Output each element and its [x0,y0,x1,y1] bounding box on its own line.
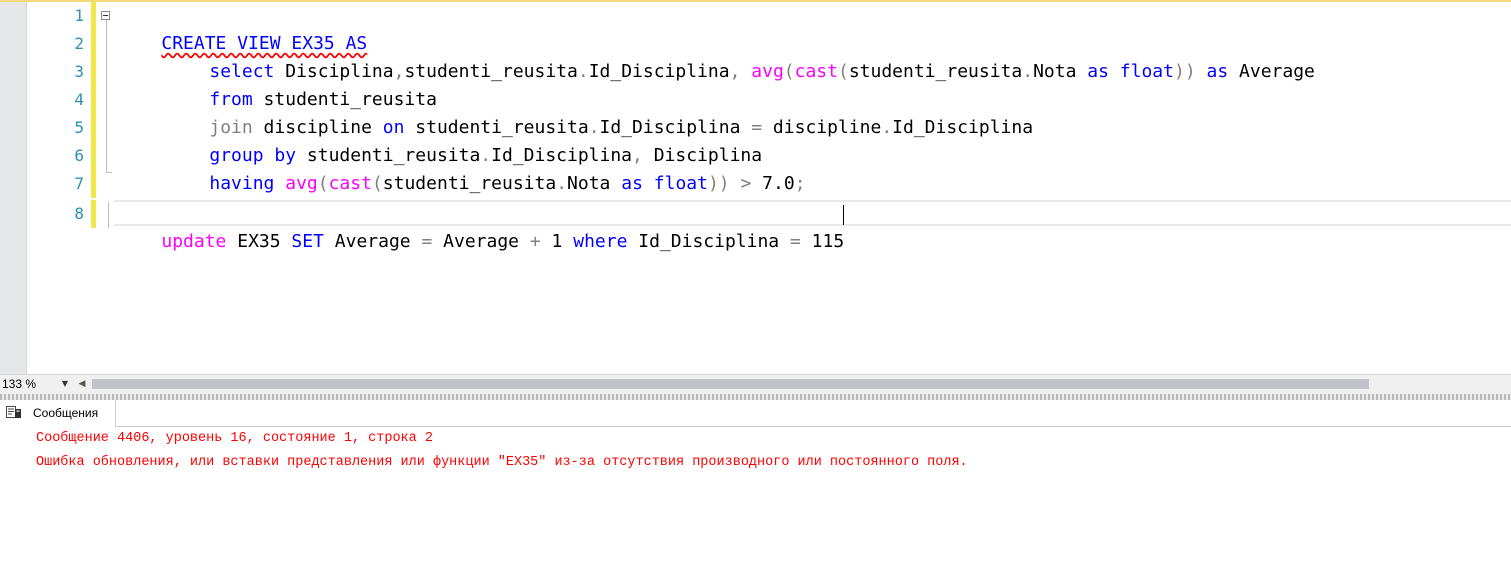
change-marker [91,114,96,142]
code-line-8[interactable]: update EX35 SET Average = Average + 1 wh… [118,200,844,252]
code-token: studenti_reusita [848,61,1023,82]
text-caret [843,205,844,225]
code-token: 1 [540,231,574,252]
line-number: 5 [74,118,84,137]
code-line-1[interactable]: CREATE VIEW EX35 AS [118,2,367,54]
tab-messages[interactable]: Сообщения [0,400,116,427]
line-number: 1 [74,6,84,25]
code-token: = [421,231,433,252]
outline-rail [106,20,107,172]
code-token: float [653,173,708,194]
code-token: Id_Disciplina [588,61,730,82]
results-tab-strip: Сообщения [0,400,1511,427]
change-marker [91,30,96,58]
code-token: Nota [1033,61,1077,82]
error-message-header: Сообщение 4406, уровень 16, состояние 1,… [36,431,433,446]
line-number: 6 [74,146,84,165]
scrollbar-thumb[interactable] [92,379,1369,389]
change-marker [91,86,96,114]
code-token: , [729,61,741,82]
horizontal-scrollbar[interactable] [92,378,1511,390]
code-token: ( [783,61,795,82]
messages-icon [6,406,21,418]
error-message-text: Ошибка обновления, или вставки представл… [36,455,968,470]
code-token: avg [285,173,318,194]
code-token: as [1087,61,1109,82]
sql-editor[interactable]: 1 2 3 4 5 6 7 8 CREATE VIEW EX35 AS sele… [0,2,1511,374]
outline-rail-end [106,172,112,173]
code-token: . [556,173,568,194]
code-token: update [161,231,227,252]
scroll-left-icon[interactable]: ◀ [76,377,88,391]
code-token: )) [707,173,730,194]
editor-selection-margin[interactable] [0,2,27,374]
code-line-6[interactable]: having avg(cast(studenti_reusita.Nota as… [166,142,805,194]
code-token: as [1206,61,1229,82]
code-token: 7.0 [751,173,795,194]
code-token: )) [1173,61,1196,82]
code-token: ( [371,173,383,194]
line-number: 8 [74,204,84,223]
code-token: Average [432,231,530,252]
line-number: 4 [74,90,84,109]
code-token: = [789,231,801,252]
code-token: Id_Disciplina [892,117,1034,138]
code-token: > [740,173,752,194]
change-marker [91,200,96,228]
code-token: having [209,173,275,194]
code-token: discipline [762,117,882,138]
code-token: as [621,173,643,194]
code-token: 115 [800,231,845,252]
code-token: + [529,231,541,252]
code-line-3[interactable]: from studenti_reusita [166,58,437,110]
code-token: studenti_reusita [382,173,557,194]
code-token: Id_Disciplina [627,231,790,252]
code-token: ( [317,173,329,194]
code-line-4[interactable]: join discipline on studenti_reusita.Id_D… [166,86,1033,138]
code-line-5[interactable]: group by studenti_reusita.Id_Disciplina,… [166,114,762,166]
change-marker [91,2,96,30]
change-marker [91,58,96,86]
code-token: avg [751,61,784,82]
outline-rail [108,202,109,228]
line-number: 7 [74,174,84,193]
code-token: Nota [567,173,611,194]
code-token: . [1022,61,1034,82]
code-token: ( [837,61,849,82]
change-marker [91,170,96,198]
code-token: Average [323,231,422,252]
line-number: 3 [74,62,84,81]
code-line-2[interactable]: select Disciplina,studenti_reusita.Id_Di… [166,30,1315,82]
code-token: Average [1228,61,1315,82]
zoom-level[interactable]: 133 % [0,376,46,393]
change-marker [91,142,96,170]
collapse-region-icon[interactable] [101,11,110,20]
code-token: ; [794,173,806,194]
code-token: . [577,61,589,82]
editor-status-strip: 133 % ▼ ◀ [0,374,1511,394]
line-number: 2 [74,34,84,53]
code-token: SET [291,231,324,252]
code-token: . [881,117,893,138]
code-token: cast [328,173,372,194]
tab-messages-label: Сообщения [33,406,99,420]
code-token: float [1119,61,1174,82]
code-token: EX35 [226,231,292,252]
code-token: cast [794,61,838,82]
code-token: where [573,231,628,252]
zoom-dropdown-icon[interactable]: ▼ [58,377,72,391]
